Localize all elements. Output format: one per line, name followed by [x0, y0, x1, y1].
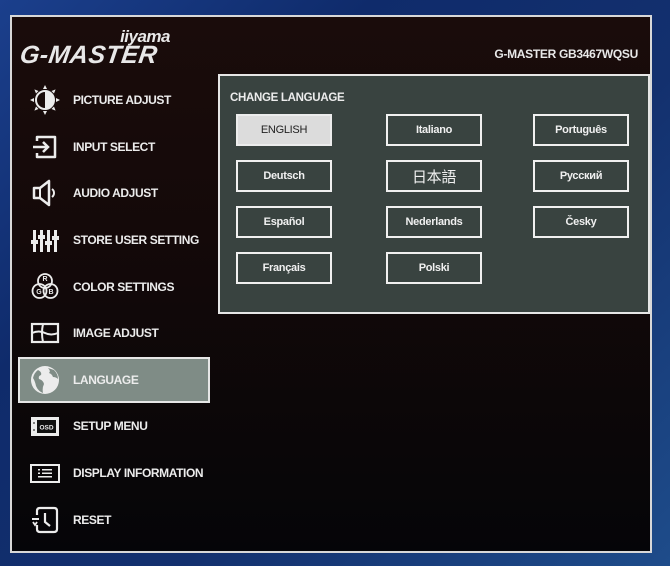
osd-icon-text: OSD	[39, 425, 53, 432]
input-icon	[27, 131, 63, 163]
product-line-logo: G-MASTER	[18, 41, 160, 69]
language-option-russian[interactable]: Русский	[533, 160, 629, 192]
sidebar-item-input-select[interactable]: INPUT SELECT	[18, 124, 210, 171]
osd-window: iiyama G-MASTER G-MASTER GB3467WQSU PICT…	[10, 15, 652, 553]
info-list-icon	[27, 457, 63, 489]
sidebar-item-picture-adjust[interactable]: PICTURE ADJUST	[18, 77, 210, 124]
sidebar-item-audio-adjust[interactable]: AUDIO ADJUST	[18, 170, 210, 217]
reset-clock-icon	[27, 504, 63, 536]
language-option-cesky[interactable]: Česky	[533, 206, 629, 238]
rgb-letter-g: G	[36, 289, 42, 296]
brightness-icon	[27, 84, 63, 116]
rgb-icon: R G B	[27, 271, 63, 303]
sidebar-item-store-user-setting[interactable]: STORE USER SETTING	[18, 217, 210, 264]
sidebar-item-label: STORE USER SETTING	[73, 233, 199, 248]
speaker-icon	[27, 177, 63, 209]
osd-icon: OSD	[27, 410, 63, 442]
rgb-letter-r: R	[42, 276, 47, 283]
language-panel: CHANGE LANGUAGE ENGLISH Deutsch Español …	[218, 74, 650, 314]
sidebar-item-label: INPUT SELECT	[73, 139, 155, 154]
sidebar-item-label: IMAGE ADJUST	[73, 326, 159, 341]
sidebar-item-label: COLOR SETTINGS	[73, 279, 175, 294]
language-option-nederlands[interactable]: Nederlands	[386, 206, 482, 238]
logo: iiyama G-MASTER	[18, 27, 170, 77]
sidebar-item-label: DISPLAY INFORMATION	[73, 466, 204, 481]
sidebar-item-display-information[interactable]: DISPLAY INFORMATION	[18, 450, 210, 497]
language-option-espanol[interactable]: Español	[236, 206, 332, 238]
sidebar-item-image-adjust[interactable]: IMAGE ADJUST	[18, 310, 210, 357]
language-option-portugues[interactable]: Português	[533, 114, 629, 146]
sidebar-item-setup-menu[interactable]: OSD SETUP MENU	[18, 403, 210, 450]
language-option-english[interactable]: ENGLISH	[236, 114, 332, 146]
language-option-japanese[interactable]: 日本語	[386, 160, 482, 192]
sidebar-item-label: SETUP MENU	[73, 419, 148, 434]
language-option-italiano[interactable]: Italiano	[386, 114, 482, 146]
sidebar-item-label: RESET	[73, 512, 112, 527]
sidebar-item-color-settings[interactable]: R G B COLOR SETTINGS	[18, 263, 210, 310]
language-option-francais[interactable]: Français	[236, 252, 332, 284]
panel-title: CHANGE LANGUAGE	[230, 92, 345, 104]
language-option-polski[interactable]: Polski	[386, 252, 482, 284]
sidebar-item-reset[interactable]: RESET	[18, 496, 210, 543]
sidebar-item-label: LANGUAGE	[73, 372, 139, 387]
rgb-letter-b: B	[48, 289, 53, 296]
sidebar-item-label: AUDIO ADJUST	[73, 186, 158, 201]
model-name: G-MASTER GB3467WQSU	[494, 47, 638, 61]
sidebar-item-language[interactable]: LANGUAGE	[18, 356, 210, 404]
globe-icon	[27, 364, 63, 396]
language-option-deutsch[interactable]: Deutsch	[236, 160, 332, 192]
image-adjust-icon	[27, 317, 63, 349]
sliders-icon	[27, 224, 63, 256]
sidebar-item-label: PICTURE ADJUST	[73, 93, 171, 108]
sidebar-menu: PICTURE ADJUST INPUT SELECT AUDIO ADJUST…	[18, 77, 210, 543]
